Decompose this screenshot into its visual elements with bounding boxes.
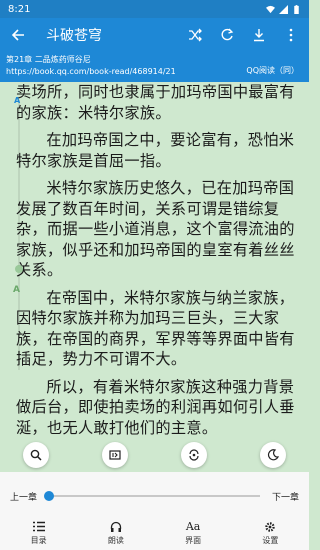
more-button[interactable] — [279, 23, 303, 47]
font-icon: Aa — [185, 520, 201, 533]
book-title: 斗破苍穹 — [46, 28, 102, 44]
search-button[interactable] — [23, 442, 49, 468]
signal-icon — [279, 4, 288, 14]
prev-chapter-button[interactable]: 上一章 — [10, 490, 37, 503]
paragraph: 在加玛帝国之中，要论富有，恐怕米特尔家族是首屈一指。 — [16, 131, 295, 170]
refresh-icon — [221, 28, 234, 41]
headphones-icon — [110, 521, 122, 532]
refresh-button[interactable] — [215, 23, 239, 47]
change-source-button[interactable] — [183, 23, 207, 47]
paragraph: 在帝国中，米特尔家族与纳兰家族，因特尔家族并称为加玛三巨头，三大家族，在帝国的商… — [16, 288, 295, 369]
replace-button[interactable] — [181, 442, 207, 468]
font-size-small-icon[interactable]: A — [14, 96, 20, 105]
next-chapter-button[interactable]: 下一章 — [272, 490, 299, 503]
wifi-icon — [266, 5, 275, 13]
list-icon — [32, 521, 45, 532]
menu-interface[interactable]: Aa 界面 — [163, 520, 223, 546]
gear-icon — [265, 521, 276, 532]
auto-page-icon — [109, 450, 121, 460]
bottom-panel: 上一章 下一章 目录 朗读 Aa 界面 设置 — [0, 472, 309, 550]
reader-content[interactable]: 卖场所，同时也隶属于加玛帝国中最富有的家族：米特尔家族。 在加玛帝国之中，要论富… — [0, 82, 309, 472]
arrow-left-icon — [11, 29, 24, 41]
fast-scroll-thumb[interactable] — [15, 265, 23, 273]
chapter-info-bar: 第21章 二品炼药师谷尼 https://book.qq.com/book-re… — [0, 52, 309, 82]
menu-catalog[interactable]: 目录 — [9, 520, 69, 546]
auto-page-button[interactable] — [102, 442, 128, 468]
font-size-large-icon[interactable]: A — [13, 285, 20, 295]
app-toolbar: 斗破苍穹 — [0, 18, 309, 52]
search-icon — [30, 449, 42, 461]
replace-icon — [189, 449, 199, 461]
floating-actions — [0, 442, 309, 472]
menu-read-aloud[interactable]: 朗读 — [86, 520, 146, 546]
status-time: 8:21 — [8, 3, 31, 15]
paragraph: 所以，有着米特尔家族这种强力背景做后台，即使拍卖场的利润再如何引人垂涎，也无人敢… — [16, 377, 295, 437]
chapter-progress-slider[interactable] — [44, 491, 260, 501]
shuffle-icon — [189, 28, 202, 42]
paragraph: 米特尔家族历史悠久，已在加玛帝国发展了数百年时间，关系可谓是错综复杂，而据一些小… — [16, 179, 295, 279]
bottom-menu: 目录 朗读 Aa 界面 设置 — [0, 520, 309, 550]
progress-knob[interactable] — [44, 491, 55, 501]
battery-icon — [294, 4, 299, 14]
chapter-progress-row: 上一章 下一章 — [0, 472, 309, 520]
night-mode-button[interactable] — [260, 442, 286, 468]
back-button[interactable] — [6, 23, 30, 47]
fast-scroll-track[interactable] — [18, 100, 20, 370]
download-icon — [254, 29, 264, 42]
download-button[interactable] — [247, 23, 271, 47]
chapter-title: 第21章 二品炼药师谷尼 — [6, 55, 91, 64]
moon-icon — [267, 449, 279, 461]
more-vertical-icon — [289, 28, 293, 42]
status-icons — [266, 4, 301, 14]
menu-settings[interactable]: 设置 — [240, 520, 300, 546]
status-bar: 8:21 — [0, 0, 309, 18]
source-label[interactable]: QQ阅读（同） — [246, 65, 299, 76]
paragraph: 卖场所，同时也隶属于加玛帝国中最富有的家族：米特尔家族。 — [16, 83, 295, 122]
